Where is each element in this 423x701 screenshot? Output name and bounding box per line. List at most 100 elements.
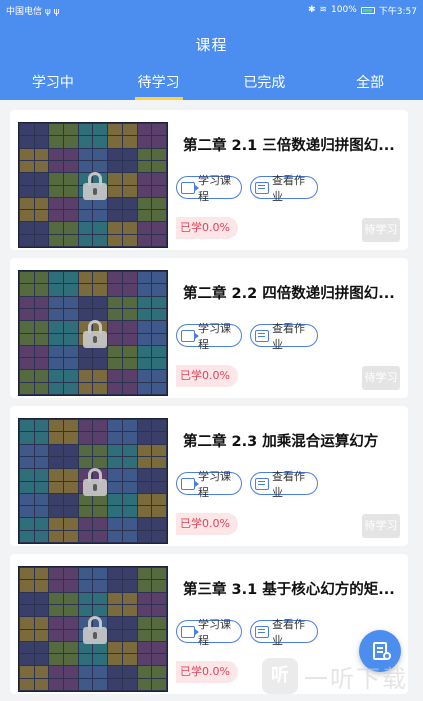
thumbnail-cell — [137, 493, 152, 506]
thumbnail-cell — [108, 469, 122, 481]
progress-badge: 已学0.0% — [176, 217, 238, 239]
thumbnail-cell — [152, 444, 166, 456]
thumbnail-cell — [122, 296, 137, 308]
thumbnail-cell — [34, 160, 49, 173]
view-homework-button[interactable]: 查看作业 — [250, 618, 318, 647]
study-course-label: 学习课程 — [198, 617, 231, 647]
thumbnail-cell — [122, 432, 137, 444]
thumbnail-cell — [34, 296, 49, 308]
thumbnail-cell — [64, 222, 78, 234]
thumbnail-cell — [108, 284, 122, 296]
course-title: 第二章 2.1 三倍数递归拼图幻... — [183, 138, 395, 154]
thumbnail-cell — [108, 308, 122, 321]
thumbnail-cell — [64, 568, 78, 580]
study-course-button[interactable]: 学习课程 — [176, 470, 242, 499]
thumbnail-cell — [93, 234, 108, 246]
thumbnail-cell — [78, 568, 93, 580]
thumbnail-cell — [93, 604, 108, 617]
thumbnail-cell — [152, 234, 166, 246]
pending-status-button[interactable]: 待学习 — [362, 514, 400, 538]
thumbnail-cell — [152, 284, 166, 296]
thumbnail-cell — [137, 506, 152, 518]
thumbnail-cell — [49, 456, 64, 469]
thumbnail-cell — [20, 185, 34, 197]
thumbnail-cell — [93, 654, 108, 666]
thumbnail-cell — [137, 234, 152, 246]
thumbnail-cell — [108, 629, 122, 641]
thumbnail-cell — [20, 678, 34, 690]
thumbnail-cell — [34, 432, 49, 444]
thumbnail-cell — [49, 284, 64, 296]
view-homework-button[interactable]: 查看作业 — [250, 322, 318, 351]
thumbnail-cell — [93, 272, 108, 284]
course-title: 第二章 2.3 加乘混合运算幻方 — [183, 434, 379, 450]
thumbnail-cell — [137, 345, 152, 358]
thumbnail-cell — [93, 432, 108, 444]
thumbnail-cell — [137, 321, 152, 333]
thumbnail-cell — [93, 160, 108, 173]
thumbnail-cell — [78, 654, 93, 666]
thumbnail-cell — [34, 444, 49, 456]
thumbnail-cell — [122, 420, 137, 432]
course-card[interactable]: 第二章 2.3 加乘混合运算幻方 学习课程 查看作业 已学0.0% 待学习 — [10, 406, 408, 546]
thumbnail-cell — [108, 678, 122, 690]
thumbnail-cell — [78, 382, 93, 394]
thumbnail-cell — [64, 370, 78, 382]
thumbnail-cell — [64, 493, 78, 506]
thumbnail-cell — [34, 210, 49, 222]
tab-all[interactable]: 全部 — [317, 70, 423, 100]
thumbnail-cell — [137, 654, 152, 666]
thumbnail-cell — [34, 506, 49, 518]
thumbnail-cell — [108, 568, 122, 580]
thumbnail-cell — [78, 160, 93, 173]
view-homework-label: 查看作业 — [272, 469, 305, 499]
thumbnail-cell — [20, 666, 34, 678]
study-course-button[interactable]: 学习课程 — [176, 174, 242, 203]
thumbnail-cell — [49, 333, 64, 345]
thumbnail-cell — [20, 124, 34, 136]
thumbnail-cell — [108, 370, 122, 382]
pending-status-button[interactable]: 待学习 — [362, 218, 400, 242]
thumbnail-cell — [122, 222, 137, 234]
thumbnail-cell — [20, 197, 34, 210]
thumbnail-cell — [122, 173, 137, 185]
thumbnail-cell — [137, 592, 152, 604]
view-homework-button[interactable]: 查看作业 — [250, 470, 318, 499]
thumbnail-cell — [64, 456, 78, 469]
thumbnail-cell — [137, 420, 152, 432]
study-course-button[interactable]: 学习课程 — [176, 618, 242, 647]
course-card[interactable]: 第二章 2.1 三倍数递归拼图幻... 学习课程 查看作业 已学0.0% 待学习 — [10, 110, 408, 250]
view-homework-label: 查看作业 — [272, 617, 305, 647]
thumbnail-cell — [137, 568, 152, 580]
thumbnail-cell — [64, 345, 78, 358]
thumbnail-cell — [137, 444, 152, 456]
thumbnail-cell — [122, 185, 137, 197]
thumbnail-cell — [137, 284, 152, 296]
thumbnail-cell — [78, 136, 93, 148]
thumbnail-cell — [152, 641, 166, 654]
thumbnail-cell — [49, 222, 64, 234]
tab-completed[interactable]: 已完成 — [212, 70, 318, 100]
thumbnail-cell — [78, 444, 93, 456]
thumbnail-cell — [137, 308, 152, 321]
pending-status-button[interactable]: 待学习 — [362, 366, 400, 390]
thumbnail-cell — [20, 358, 34, 370]
watermark-logo: 听 — [262, 658, 298, 694]
thumbnail-cell — [49, 358, 64, 370]
thumbnail-cell — [20, 173, 34, 185]
tab-to-learn[interactable]: 待学习 — [106, 70, 212, 100]
thumbnail-cell — [108, 333, 122, 345]
thumbnail-cell — [49, 617, 64, 629]
tab-learning[interactable]: 学习中 — [0, 70, 106, 100]
thumbnail-cell — [64, 506, 78, 518]
thumbnail-cell — [78, 604, 93, 617]
thumbnail-cell — [93, 678, 108, 690]
study-course-button[interactable]: 学习课程 — [176, 322, 242, 351]
thumbnail-cell — [93, 382, 108, 394]
thumbnail-cell — [137, 185, 152, 197]
course-card[interactable]: 第二章 2.2 四倍数递归拼图幻... 学习课程 查看作业 已学0.0% 待学习 — [10, 258, 408, 398]
thumbnail-cell — [108, 148, 122, 160]
thumbnail-cell — [152, 333, 166, 345]
view-homework-button[interactable]: 查看作业 — [250, 174, 318, 203]
thumbnail-cell — [49, 197, 64, 210]
